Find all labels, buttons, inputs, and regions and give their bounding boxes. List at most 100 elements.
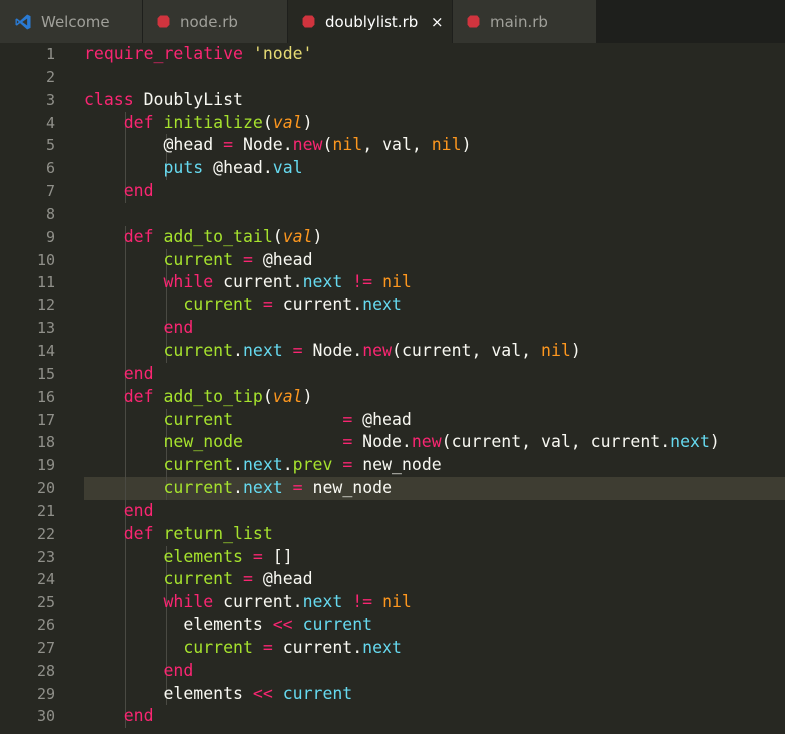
code-text: def add_to_tail(val) — [84, 225, 785, 249]
line-number: 6 — [45, 159, 55, 178]
line-number: 27 — [36, 638, 55, 657]
tab-main-rb[interactable]: main.rb — [453, 0, 597, 43]
code-line[interactable]: 29 elements << current — [0, 682, 785, 706]
code-text: current.next = Node.new(current, val, ni… — [84, 339, 785, 363]
code-token: = — [342, 455, 353, 475]
code-token: current — [282, 683, 353, 703]
code-line[interactable]: 19 current.next.prev = new_node — [0, 454, 785, 478]
code-token: @head — [252, 569, 313, 589]
code-text: current = @head — [84, 248, 785, 272]
code-text: current = current.next — [84, 294, 785, 318]
code-token: . — [233, 455, 243, 475]
code-line[interactable]: 12 current = current.next — [0, 294, 785, 318]
code-line[interactable]: 26 elements << current — [0, 614, 785, 637]
code-line[interactable]: 11 while current.next != nil — [0, 271, 785, 295]
line-number: 5 — [45, 136, 55, 155]
code-text: end — [84, 499, 785, 523]
code-token: = — [262, 637, 273, 657]
code-token: current. — [272, 295, 363, 315]
code-token: 'node' — [252, 44, 313, 63]
line-number: 16 — [36, 387, 55, 406]
line-number: 29 — [36, 684, 55, 703]
code-text: while current.next != nil — [84, 271, 785, 295]
code-line[interactable]: 20 current.next = new_node — [0, 477, 785, 500]
tab-label: main.rb — [490, 12, 548, 31]
code-text: require_relative 'node' — [84, 43, 785, 66]
line-number: 11 — [36, 273, 55, 292]
code-token: current — [183, 637, 253, 657]
line-number: 24 — [36, 570, 55, 589]
code-token: ) — [302, 112, 313, 132]
code-line[interactable]: 24 current = @head — [0, 568, 785, 592]
code-token: ) — [570, 340, 581, 360]
code-text: elements << current — [84, 682, 785, 706]
close-icon[interactable]: × — [428, 13, 446, 31]
code-token: = — [242, 249, 253, 269]
code-token: ( — [272, 226, 283, 246]
code-text: current.next = new_node — [84, 477, 785, 500]
line-number: 15 — [36, 364, 55, 383]
code-line[interactable]: 30 end — [0, 705, 785, 729]
code-token: next — [242, 478, 283, 498]
code-line[interactable]: 5 @head = Node.new(nil, val, nil) — [0, 134, 785, 158]
code-line[interactable]: 2 — [0, 66, 785, 89]
code-token: while — [163, 592, 214, 612]
line-number: 1 — [45, 45, 55, 63]
line-number: 22 — [36, 524, 55, 543]
tab-node-rb[interactable]: node.rb — [143, 0, 288, 43]
code-token: val — [282, 226, 313, 246]
code-line[interactable]: 21 end — [0, 499, 785, 523]
code-token: nil — [382, 592, 412, 612]
code-line[interactable]: 8 — [0, 203, 785, 226]
code-line[interactable]: 25 while current.next != nil — [0, 591, 785, 615]
code-line[interactable]: 4 def initialize(val) — [0, 111, 785, 135]
code-line[interactable]: 16 def add_to_tip(val) — [0, 385, 785, 409]
editor-window: Welcome node.rb doublylist.rb × main.rb … — [0, 0, 785, 734]
code-text: elements << current — [84, 614, 785, 637]
code-line[interactable]: 1 require_relative 'node' — [0, 43, 785, 66]
tab-doublylist-rb[interactable]: doublylist.rb × — [288, 0, 453, 43]
code-line[interactable]: 28 end — [0, 659, 785, 683]
code-line[interactable]: 10 current = @head — [0, 248, 785, 272]
code-token: end — [163, 660, 194, 680]
code-text: end — [84, 659, 785, 683]
code-line[interactable]: 22 def return_list — [0, 522, 785, 546]
code-line[interactable]: 6 puts @head.val — [0, 157, 785, 181]
code-text: elements = [] — [84, 545, 785, 569]
code-token: class — [84, 89, 134, 109]
code-text: current = @head — [84, 568, 785, 592]
line-number: 10 — [36, 250, 55, 269]
code-token: nil — [431, 135, 462, 155]
code-token: end — [123, 706, 154, 726]
code-line[interactable]: 15 end — [0, 362, 785, 386]
code-text: puts @head.val — [84, 157, 785, 181]
code-line[interactable]: 3 class DoublyList — [0, 89, 785, 112]
code-line[interactable]: 7 end — [0, 180, 785, 203]
tab-welcome[interactable]: Welcome — [0, 0, 143, 43]
code-line[interactable]: 18 new_node = Node.new(current, val, cur… — [0, 431, 785, 455]
tab-bar-empty-area[interactable] — [597, 0, 785, 43]
code-token: @head. — [203, 158, 273, 178]
code-line[interactable]: 13 end — [0, 317, 785, 340]
code-editor[interactable]: 1 require_relative 'node' 2 3 class DoublyLi… — [0, 43, 785, 734]
code-line[interactable]: 23 elements = [] — [0, 545, 785, 569]
line-number: 23 — [36, 547, 55, 566]
code-token: , val, — [362, 135, 432, 155]
code-token: return_list — [163, 523, 273, 543]
code-token: current — [163, 569, 234, 589]
code-line[interactable]: 9 def add_to_tail(val) — [0, 225, 785, 249]
code-token: puts — [163, 158, 204, 178]
code-line[interactable]: 17 current = @head — [0, 408, 785, 432]
code-text: end — [84, 180, 785, 203]
code-line[interactable]: 27 current = current.next — [0, 636, 785, 660]
code-token: current — [163, 478, 234, 498]
code-line[interactable]: 14 current.next = Node.new(current, val,… — [0, 339, 785, 363]
